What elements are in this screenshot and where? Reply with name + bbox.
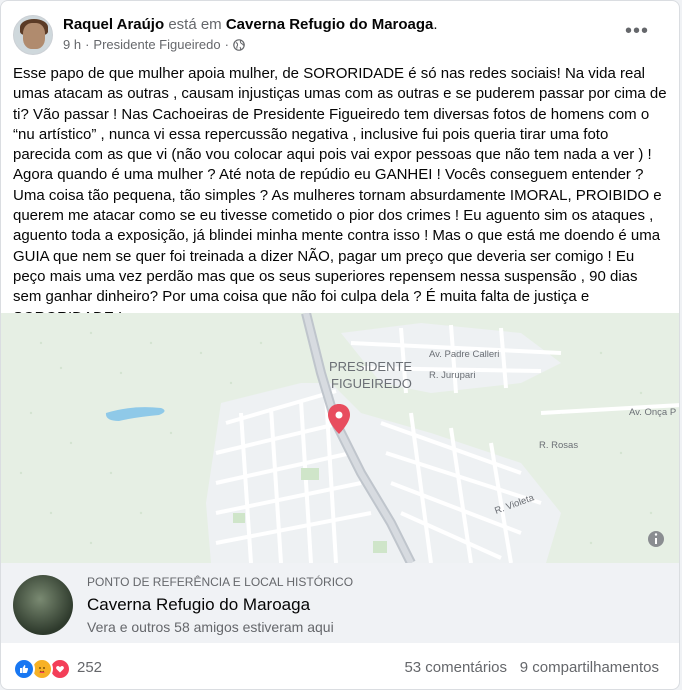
- post-meta: 9 h · Presidente Figueiredo ·: [63, 37, 245, 52]
- meta-separator-2: ·: [224, 37, 229, 52]
- author-line: Raquel Araújo está em Caverna Refugio do…: [63, 16, 438, 33]
- place-category: PONTO DE REFERÊNCIA E LOCAL HISTÓRICO: [87, 575, 354, 589]
- author-name[interactable]: Raquel Araújo: [63, 16, 164, 33]
- globe-icon[interactable]: [233, 38, 245, 51]
- connector-text: está em: [168, 16, 222, 33]
- meta-separator: ·: [85, 37, 90, 52]
- like-icon: [13, 658, 35, 680]
- street-label-padre-calleri: Av. Padre Calleri: [429, 349, 499, 360]
- place-visitors: Vera e outros 58 amigos estiveram aqui: [87, 619, 334, 635]
- reactions-group[interactable]: [13, 658, 71, 680]
- post-text: Esse papo de que mulher apoia mulher, de…: [13, 65, 667, 326]
- map-city-label-1: PRESIDENTE: [329, 359, 412, 374]
- post-header: Raquel Araújo está em Caverna Refugio do…: [13, 13, 667, 57]
- street-label-onca: Av. Onça P: [629, 407, 676, 418]
- place-photo: [13, 575, 73, 635]
- place-name[interactable]: Caverna Refugio do Maroaga: [87, 595, 310, 615]
- street-label-rosas: R. Rosas: [539, 440, 578, 451]
- reaction-count[interactable]: 252: [77, 659, 102, 676]
- shares-link[interactable]: 9 compartilhamentos: [520, 659, 659, 676]
- map-city-label-2: FIGUEIREDO: [331, 376, 412, 391]
- place-card[interactable]: PONTO DE REFERÊNCIA E LOCAL HISTÓRICO Ca…: [1, 563, 679, 643]
- post-time[interactable]: 9 h: [63, 37, 81, 52]
- map-graphic: PRESIDENTE FIGUEIREDO Av. Padre Calleri …: [1, 313, 679, 563]
- comments-link[interactable]: 53 comentários: [404, 659, 507, 676]
- author-avatar[interactable]: [13, 15, 53, 55]
- more-options-icon[interactable]: •••: [625, 21, 649, 41]
- post-footer: 252 53 comentários 9 compartilhamentos: [13, 649, 667, 685]
- post-location[interactable]: Presidente Figueiredo: [93, 37, 220, 52]
- info-icon[interactable]: [648, 531, 664, 547]
- street-label-jurupari: R. Jurupari: [429, 370, 475, 381]
- place-suffix: .: [433, 16, 438, 33]
- post-card: Raquel Araújo está em Caverna Refugio do…: [0, 0, 680, 690]
- place-link[interactable]: Caverna Refugio do Maroaga: [226, 16, 434, 33]
- location-map[interactable]: PRESIDENTE FIGUEIREDO Av. Padre Calleri …: [1, 313, 679, 563]
